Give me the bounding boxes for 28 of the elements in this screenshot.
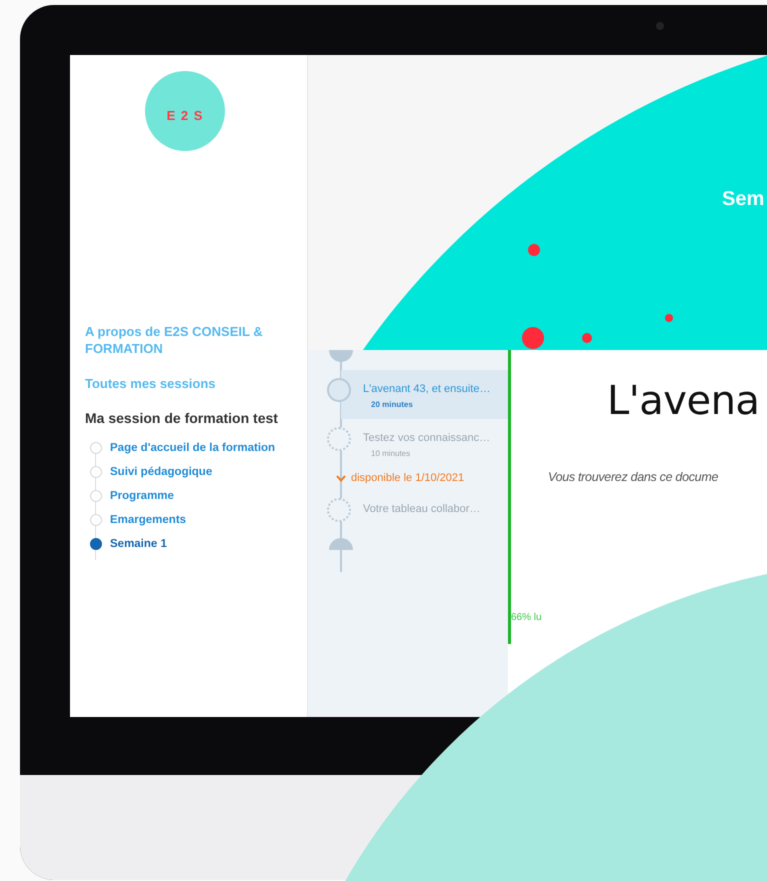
timeline-cap <box>329 350 353 362</box>
timeline-cap <box>329 538 353 550</box>
lesson-title: Votre tableau collabor… <box>363 503 480 515</box>
lesson-item[interactable]: Testez vos connaissanc… 10 minutes <box>308 419 508 468</box>
lesson-title: L'avenant 43, et ensuite… <box>363 383 490 395</box>
nav-link[interactable]: Toutes mes sessions <box>85 375 293 392</box>
lesson-duration: 10 minutes <box>371 449 412 458</box>
session-menu-item[interactable]: Page d'accueil de la formation <box>110 442 276 454</box>
nav-link[interactable]: A propos de E2S CONSEIL & FORMATION <box>85 323 293 357</box>
session-menu-item[interactable]: Emargements <box>110 514 186 526</box>
session-title: Ma session de formation test <box>85 410 279 426</box>
step-circle-icon <box>327 427 351 451</box>
session-menu-item[interactable]: Semaine 1 <box>110 538 167 550</box>
lesson-duration: 20 minutes <box>371 400 414 409</box>
lesson-title: Testez vos connaissanc… <box>363 432 490 444</box>
step-circle-icon <box>327 498 351 522</box>
logo: E 2 S <box>145 71 225 151</box>
progress-label: 66% lu <box>511 612 543 623</box>
chevron-down-icon <box>336 474 346 482</box>
availability-note: disponible le 1/10/2021 <box>351 472 464 484</box>
session-menu-item[interactable]: Programme <box>110 490 174 502</box>
session-menu-item[interactable]: Suivi pédagogique <box>110 466 212 478</box>
document-intro: Vous trouverez dans ce docume <box>548 470 720 484</box>
lesson-item[interactable]: Votre tableau collabor… <box>308 490 508 532</box>
document-title: L'avena <box>607 378 760 424</box>
camera-icon <box>656 22 664 30</box>
step-circle-icon <box>327 378 351 402</box>
hero-title: Sem <box>722 188 764 211</box>
